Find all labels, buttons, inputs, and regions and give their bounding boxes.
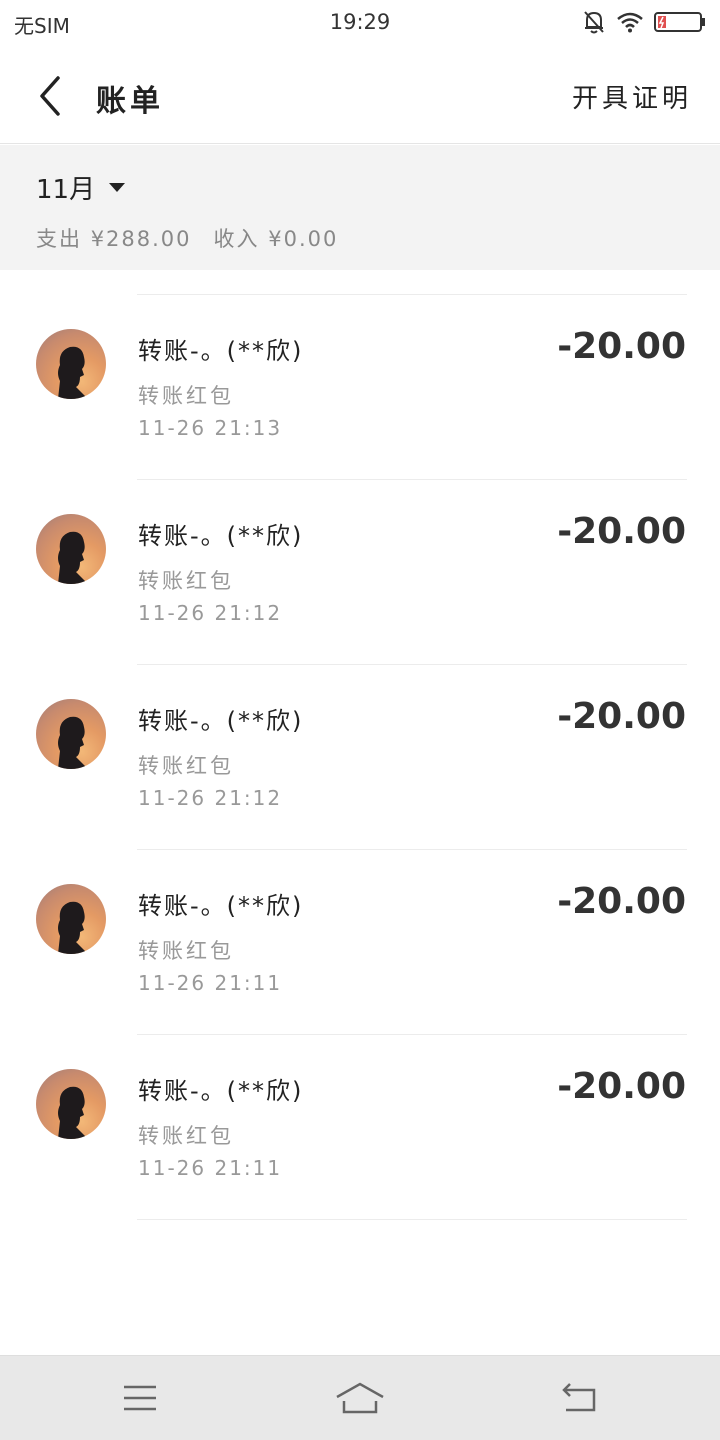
transaction-time: 11-26 21:12: [138, 601, 283, 625]
income-total: 收入 ¥0.00: [214, 223, 339, 253]
transaction-title: 转账-。(**欣): [138, 337, 304, 365]
menu-button[interactable]: [112, 1376, 168, 1420]
month-summary: 11月 支出 ¥288.00 收入 ¥0.00: [0, 145, 720, 270]
issue-certificate-button[interactable]: 开具证明: [572, 78, 692, 115]
system-nav-bar: [0, 1355, 720, 1440]
transaction-amount: -20.00: [557, 326, 686, 367]
wifi-icon: [616, 11, 644, 37]
back-icon: [562, 1383, 596, 1412]
transaction-amount: -20.00: [557, 1066, 686, 1107]
transaction-category: 转账红包: [138, 384, 234, 408]
transaction-list[interactable]: 转账-。(**欣) 转账红包 11-26 21:13 -20.00 转账-。(**欣) 转…: [0, 270, 720, 1355]
month-selector[interactable]: 11月: [36, 169, 126, 206]
transaction-row[interactable]: 转账-。(**欣) 转账红包 11-26 21:11 -20.00: [0, 850, 720, 1035]
totals: 支出 ¥288.00 收入 ¥0.00: [36, 223, 338, 253]
nav-bar: 账单 开具证明: [0, 48, 720, 144]
income-label: 收入: [213, 227, 260, 251]
transaction-row[interactable]: 转账-。(**欣) 转账红包 11-26 21:12 -20.00: [0, 665, 720, 850]
expense-total: 支出 ¥288.00: [36, 223, 192, 253]
avatar: [36, 329, 106, 399]
month-dropdown-icon: [109, 183, 126, 192]
transaction-category: 转账红包: [138, 1124, 234, 1148]
home-icon: [336, 1382, 384, 1414]
transaction-category: 转账红包: [138, 939, 234, 963]
row-divider: [137, 1219, 687, 1220]
transaction-row[interactable]: 转账-。(**欣) 转账红包 11-26 21:13 -20.00: [0, 295, 720, 480]
avatar: [36, 699, 106, 769]
avatar: [36, 884, 106, 954]
transaction-title: 转账-。(**欣): [138, 522, 304, 550]
system-back-button[interactable]: [552, 1376, 608, 1420]
transaction-row[interactable]: 转账-。(**欣) 转账红包 11-26 21:12 -20.00: [0, 480, 720, 665]
transaction-title: 转账-。(**欣): [138, 1077, 304, 1105]
transaction-time: 11-26 21:13: [138, 416, 283, 440]
transaction-time: 11-26 21:12: [138, 786, 283, 810]
back-arrow-icon: [40, 76, 60, 116]
transaction-amount: -20.00: [557, 511, 686, 552]
expense-value: ¥288.00: [90, 227, 192, 251]
home-button[interactable]: [332, 1376, 388, 1420]
transaction-time: 11-26 21:11: [138, 971, 283, 995]
status-bar: 无SIM 19:29: [0, 0, 720, 48]
income-value: ¥0.00: [268, 227, 339, 251]
battery-icon: [654, 11, 706, 37]
transaction-row[interactable]: 转账-。(**欣)转账红包11-26 21:13-20.00: [0, 270, 720, 295]
expense-label: 支出: [36, 227, 82, 251]
transaction-title: 转账-。(**欣): [138, 707, 304, 735]
month-label: 11月: [36, 175, 96, 205]
transaction-amount: -20.00: [557, 881, 686, 922]
avatar: [36, 1069, 106, 1139]
transaction-time: 11-26 21:11: [138, 1156, 283, 1180]
transaction-amount: -20.00: [557, 696, 686, 737]
transaction-category: 转账红包: [138, 569, 234, 593]
page-title: 账单: [96, 84, 164, 119]
transaction-row[interactable]: 转账-。(**欣) 转账红包 11-26 21:11 -20.00: [0, 1035, 720, 1220]
mute-bell-icon: [582, 9, 606, 39]
avatar: [36, 514, 106, 584]
transaction-title: 转账-。(**欣): [138, 892, 304, 920]
menu-icon: [124, 1385, 156, 1411]
status-icons: [582, 10, 706, 38]
back-button[interactable]: [28, 72, 72, 120]
transaction-category: 转账红包: [138, 754, 234, 778]
